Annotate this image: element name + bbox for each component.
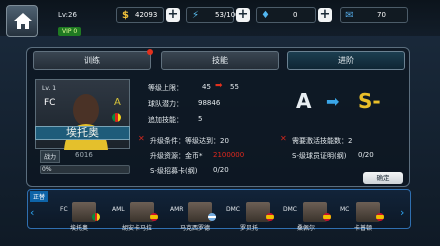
progress-bar xyxy=(40,165,130,174)
level-cap-label: 等级上限： xyxy=(148,84,183,92)
flag-icon xyxy=(92,213,100,221)
certificate-value: 0/20 xyxy=(358,151,374,159)
tab-skills[interactable]: 技能 xyxy=(161,51,279,70)
level-cap-to: 55 xyxy=(230,83,239,91)
card-grade: A xyxy=(114,97,121,108)
key-icon: ✉ xyxy=(345,10,354,21)
certificate-label: S-级球员证明(纲) xyxy=(292,152,347,160)
dollar-icon: $ xyxy=(122,10,129,21)
home-button[interactable] xyxy=(6,5,38,37)
lineup-slot[interactable]: AMR 马克西罗德 xyxy=(170,201,216,232)
flag-icon xyxy=(323,213,331,221)
add-diamond-button[interactable]: + xyxy=(318,8,332,22)
resource-value: 2100000 xyxy=(213,151,245,159)
vip-badge: VIP 0 xyxy=(58,27,82,36)
notification-dot xyxy=(147,49,153,55)
lineup-slot[interactable]: DMC 桑佩尔 xyxy=(283,201,331,232)
condition-level: 升级条件：等级达到：20 xyxy=(150,137,229,145)
tab-advance[interactable]: 进阶 xyxy=(287,51,405,70)
diamond-counter: ♦ 0 xyxy=(256,7,316,23)
flag-icon xyxy=(266,213,274,221)
flag-icon xyxy=(376,213,384,221)
level-cap-from: 45 xyxy=(202,83,211,91)
lineup-slot[interactable]: MC 卡普顿 xyxy=(340,201,384,232)
lineup-slot[interactable]: AML 胡安卡马拉 xyxy=(112,201,158,232)
progress-label: 0% xyxy=(42,166,52,173)
resource-label: 升级资源：金币* xyxy=(150,152,203,160)
flag-icon xyxy=(208,213,216,221)
scroll-left-icon[interactable]: ‹ xyxy=(30,206,34,219)
lineup-label: 正替 xyxy=(30,191,49,202)
grade-from: A xyxy=(296,89,312,113)
recruit-card-value: 0/20 xyxy=(213,166,229,174)
power-value: 6016 xyxy=(75,151,93,159)
home-icon xyxy=(14,13,32,29)
extra-skill-value: 5 xyxy=(198,115,203,123)
tab-training[interactable]: 训练 xyxy=(33,49,153,70)
lineup-slot[interactable]: FC 埃托奥 xyxy=(60,201,100,232)
card-position: FC xyxy=(44,98,56,108)
cameroon-flag-icon xyxy=(112,113,121,122)
arrow-right-icon: ➡ xyxy=(215,81,223,91)
unmet-x-icon: ✕ xyxy=(138,134,145,143)
energy-counter: ⚡ 53/100 xyxy=(186,7,240,23)
diamond-icon: ♦ xyxy=(261,10,270,21)
upgrade-arrow-icon: ➡ xyxy=(326,92,340,111)
add-energy-button[interactable]: + xyxy=(236,8,250,22)
power-label: 战力 xyxy=(40,150,61,163)
condition-skills: 需要激活技能数：2 xyxy=(292,137,353,145)
confirm-button[interactable]: 确定 xyxy=(363,172,403,184)
team-potential-value: 98846 xyxy=(198,99,221,107)
player-name: 埃托奥 xyxy=(35,126,130,140)
extra-skill-label: 追加技能： xyxy=(148,116,183,124)
scroll-right-icon[interactable]: › xyxy=(400,206,404,219)
key-counter: ✉ 70 xyxy=(340,7,408,23)
coin-counter: $ 42093 xyxy=(116,7,164,23)
add-coin-button[interactable]: + xyxy=(166,8,180,22)
unmet-x-icon: ✕ xyxy=(280,134,287,143)
recruit-card-label: S-级招募卡(纲) xyxy=(150,167,198,175)
grade-to: S- xyxy=(358,89,381,113)
energy-icon: ⚡ xyxy=(191,10,200,21)
flag-icon xyxy=(150,213,158,221)
team-potential-label: 球队潜力： xyxy=(148,100,183,108)
lineup-slot[interactable]: DMC 罗贝托 xyxy=(226,201,274,232)
card-level: Lv. 1 xyxy=(42,85,57,92)
player-level: Lv:26 xyxy=(58,11,77,19)
